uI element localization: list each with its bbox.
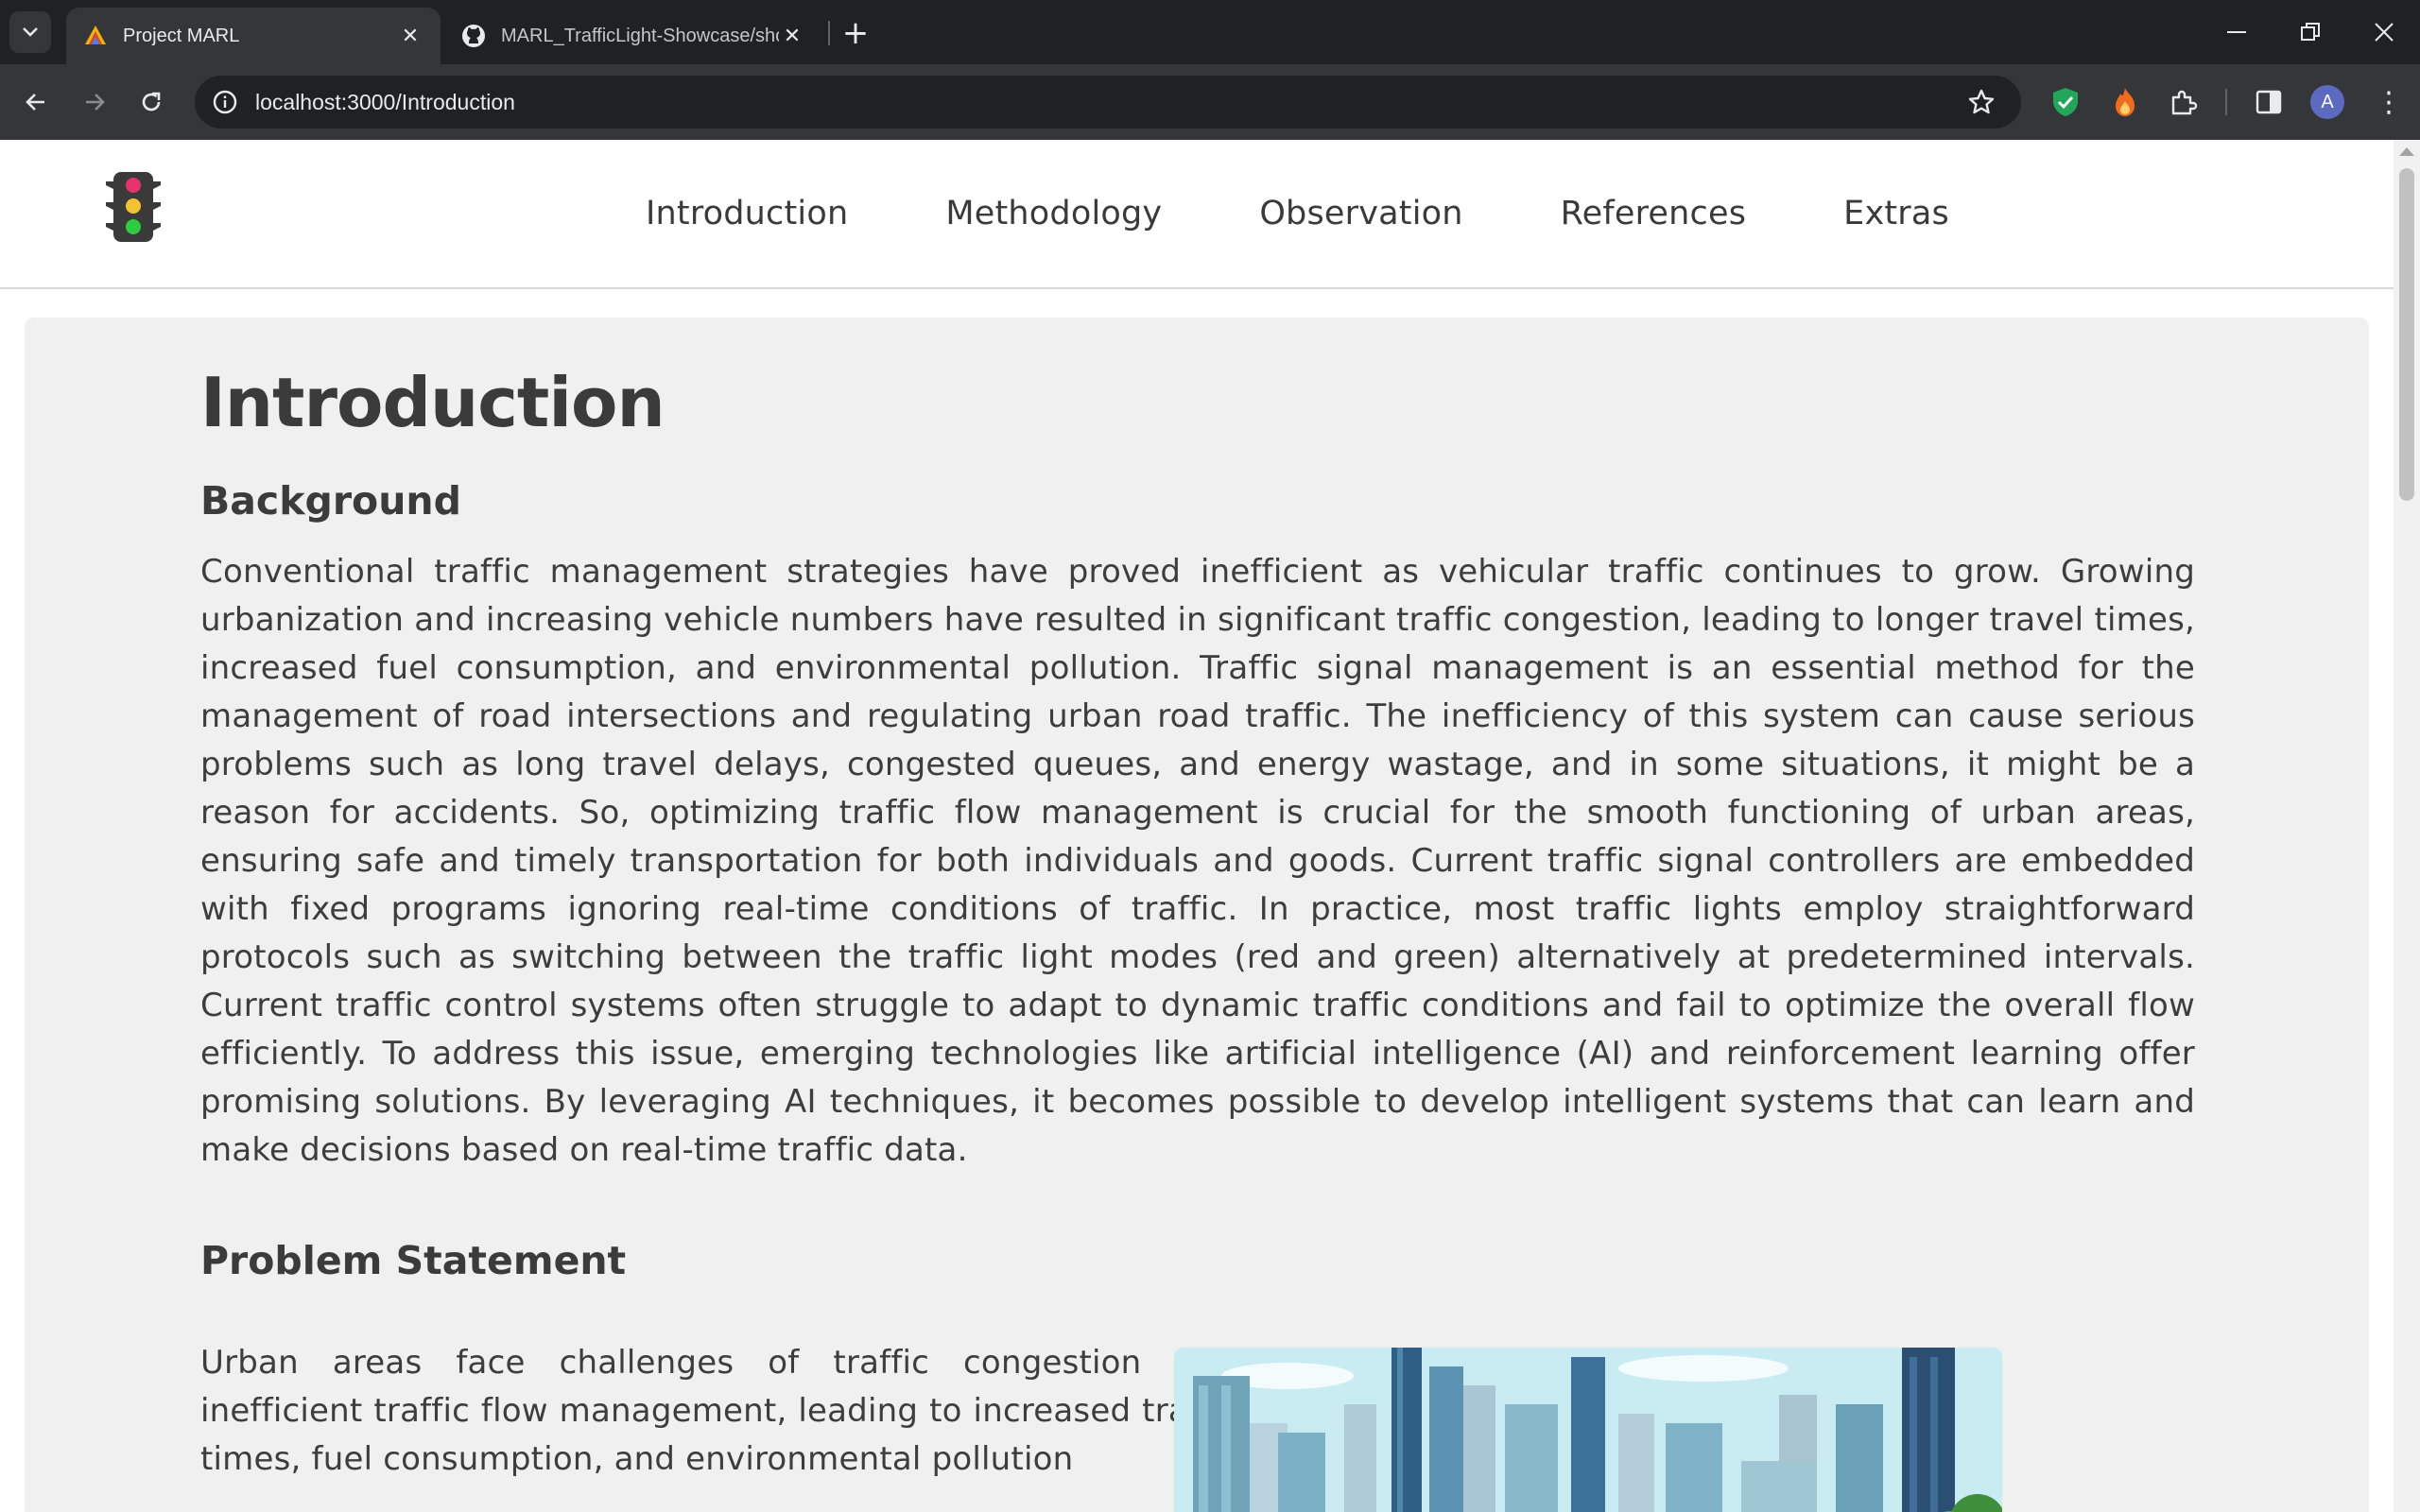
browser-toolbar: localhost:3000/Introduction [0, 64, 2420, 140]
forward-arrow-icon[interactable] [72, 79, 117, 125]
window-close-icon[interactable] [2356, 9, 2412, 55]
reload-icon[interactable] [129, 79, 174, 125]
tab-title: Project MARL [123, 25, 240, 46]
chevron-down-icon [23, 27, 38, 37]
more-menu-icon[interactable]: ⋮ [2370, 83, 2408, 121]
bookmark-star-icon[interactable] [1966, 87, 1996, 117]
scroll-up-arrow-icon[interactable] [2399, 147, 2414, 156]
new-tab-plus-icon[interactable]: + [838, 14, 873, 52]
github-icon [461, 24, 486, 48]
scrollbar-thumb[interactable] [2399, 168, 2414, 501]
side-panel-icon[interactable] [2250, 83, 2288, 121]
city-skyline-image [1174, 1348, 2002, 1512]
tab-github[interactable]: MARL_TrafficLight-Showcase/show ✕ [444, 8, 822, 64]
page-title: Introduction [200, 363, 666, 442]
problem-statement-paragraph: Urban areas face challenges of traffic c… [200, 1344, 1236, 1478]
nav-link-introduction[interactable]: Introduction [646, 195, 848, 232]
main-nav: Introduction Methodology Observation Ref… [646, 140, 2047, 287]
section-heading-background: Background [200, 478, 461, 524]
page-scrollbar[interactable] [2394, 140, 2420, 1512]
tab-title: MARL_TrafficLight-Showcase/show [501, 25, 779, 46]
back-arrow-icon[interactable] [13, 79, 59, 125]
tab-separator [828, 21, 830, 45]
traffic-light-logo-icon[interactable] [104, 170, 163, 246]
fire-extension-icon[interactable] [2106, 83, 2144, 121]
tab-project-marl[interactable]: Project MARL ✕ [66, 8, 441, 64]
url-text: localhost:3000/Introduction [255, 89, 515, 114]
background-paragraph: Conventional traffic management strategi… [200, 553, 2195, 1169]
site-info-icon[interactable] [208, 85, 242, 119]
close-icon[interactable]: ✕ [397, 23, 424, 49]
toolbar-separator [2225, 89, 2227, 115]
adblock-shield-icon[interactable] [2047, 83, 2084, 121]
browser-tab-bar: Project MARL ✕ MARL_TrafficLight-Showcas… [0, 0, 2420, 64]
nav-link-extras[interactable]: Extras [1843, 195, 1949, 232]
tab-search-button[interactable] [9, 11, 51, 53]
address-bar[interactable]: localhost:3000/Introduction [195, 76, 2021, 129]
nav-link-methodology[interactable]: Methodology [945, 195, 1162, 232]
profile-avatar[interactable]: A [2310, 85, 2344, 119]
section-heading-problem-statement: Problem Statement [200, 1238, 627, 1283]
rainbow-favicon-icon [83, 24, 108, 48]
close-icon[interactable]: ✕ [779, 23, 805, 49]
minimize-icon[interactable] [2208, 9, 2265, 55]
nav-link-references[interactable]: References [1561, 195, 1746, 232]
nav-link-observation[interactable]: Observation [1259, 195, 1462, 232]
site-header: Introduction Methodology Observation Ref… [0, 140, 2394, 289]
restore-icon[interactable] [2282, 9, 2339, 55]
extensions-puzzle-icon[interactable] [2165, 83, 2203, 121]
page-viewport: Introduction Methodology Observation Ref… [0, 140, 2394, 1512]
content-card: Introduction Background Conventional tra… [25, 318, 2369, 1512]
